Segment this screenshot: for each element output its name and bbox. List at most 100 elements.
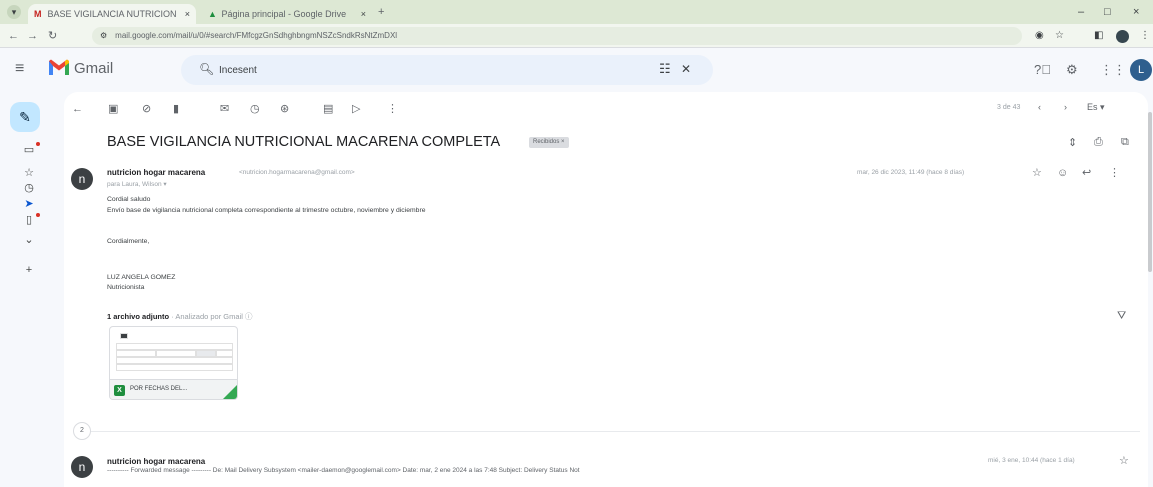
sender-name[interactable]: nutricion hogar macarena (107, 168, 205, 177)
preview-cell (156, 350, 196, 357)
new-tab-button[interactable]: + (378, 4, 384, 20)
older-chevron-icon[interactable]: › (1064, 102, 1067, 112)
message-more-icon[interactable]: ⋮ (1109, 167, 1120, 179)
main-menu-icon[interactable]: ≡ (15, 61, 24, 77)
address-bar[interactable]: ⚙ mail.google.com/mail/u/0/#search/FMfcgz… (92, 27, 1022, 45)
inbox-icon[interactable]: ▭ (22, 144, 36, 156)
browser-profile-icon[interactable] (1116, 30, 1129, 43)
sent-icon[interactable]: ➤ (22, 198, 36, 210)
reply-icon[interactable]: ↩ (1082, 167, 1091, 179)
body-greeting: Cordial saludo (107, 196, 151, 203)
left-rail: ✎ ▭ ☆ ◷ ➤ ▯ ⌄ + (0, 92, 64, 487)
preview-cell (116, 350, 156, 357)
add-to-drive-icon[interactable]: ⛛ (1117, 310, 1126, 323)
collapsed-messages-button[interactable]: 2 (73, 422, 91, 440)
search-icon[interactable]: 🔍︎ (199, 62, 214, 76)
emoji-reaction-icon[interactable]: ☺ (1057, 167, 1068, 179)
signature-name: LUZ ANGELA GOMEZ (107, 274, 176, 281)
input-tools-button[interactable]: Es ▾ (1087, 102, 1105, 113)
sheets-corner-icon (221, 383, 237, 399)
gmail-brand-text: Gmail (74, 60, 114, 77)
preview-row (116, 357, 233, 364)
message-date: mar, 26 dic 2023, 11:49 (hace 8 días) (857, 169, 965, 176)
inbox-label-chip[interactable]: Recibidos × (529, 137, 569, 148)
preview-cell (216, 350, 233, 357)
gmail-logo-icon (49, 59, 69, 75)
star-icon[interactable]: ☆ (1119, 455, 1129, 467)
drive-favicon-icon: ▲ (208, 9, 217, 19)
more-chevron-icon[interactable]: ⌄ (22, 234, 36, 246)
attachment-file-name: POR FECHAS DEL... (130, 386, 188, 392)
email-subject: BASE VIGILANCIA NUTRICIONAL MACARENA COM… (107, 134, 501, 150)
spreadsheet-file-icon: X (114, 385, 125, 396)
side-panel-icon[interactable]: ◧ (1094, 28, 1103, 44)
sender-name[interactable]: nutricion hogar macarena (107, 457, 205, 466)
eye-icon[interactable]: ◉ (1035, 28, 1044, 44)
gmail-favicon-icon: M (34, 9, 42, 19)
message-date: mié, 3 ene, 10:44 (hace 1 día) (988, 457, 1075, 464)
newer-chevron-icon[interactable]: ‹ (1038, 102, 1041, 112)
search-input[interactable] (219, 62, 619, 78)
pagination-text: 3 de 43 (997, 104, 1021, 111)
unread-dot-icon (36, 142, 40, 146)
attachments-header: 1 archivo adjunto · Analizado por Gmail … (107, 311, 252, 322)
snoozed-clock-icon[interactable]: ◷ (22, 182, 36, 194)
preview-row (116, 343, 233, 350)
starred-icon[interactable]: ☆ (22, 167, 36, 179)
snooze-icon[interactable]: ◷ (250, 102, 260, 116)
expand-all-icon[interactable]: ⇕ (1068, 136, 1077, 149)
sender-avatar[interactable]: n (71, 168, 93, 190)
clear-search-icon[interactable]: ✕ (681, 62, 691, 76)
sender-avatar[interactable]: n (71, 456, 93, 478)
back-arrow-icon[interactable]: ← (8, 28, 19, 44)
tab-close-icon[interactable]: × (185, 4, 190, 24)
tab-gmail[interactable]: M BASE VIGILANCIA NUTRICION × (28, 4, 196, 24)
move-to-icon[interactable]: ▤ (323, 102, 333, 116)
tab-google-drive[interactable]: ▲ Página principal - Google Drive × (202, 4, 372, 24)
message-preview[interactable]: ---------- Forwarded message --------- D… (107, 467, 580, 474)
body-closing: Cordialmente, (107, 238, 150, 245)
print-icon[interactable]: ⎙ (1094, 136, 1103, 149)
recipients-line[interactable]: para Laura, Wilson ▾ (107, 180, 167, 188)
delete-icon[interactable]: ▮ (173, 102, 179, 116)
body-text: Envío base de vigilancia nutricional com… (107, 207, 426, 214)
browser-toolbar: ← → ↻ ⚙ mail.google.com/mail/u/0/#search/… (0, 24, 1153, 48)
preview-logo (120, 333, 128, 339)
add-task-icon[interactable]: ⊛ (280, 102, 289, 116)
compose-button[interactable]: ✎ (10, 102, 40, 132)
back-to-list-icon[interactable]: ← (72, 102, 83, 116)
mark-unread-icon[interactable]: ✉ (220, 102, 229, 116)
drafts-dot-icon (36, 213, 40, 217)
star-icon[interactable]: ☆ (1032, 167, 1042, 179)
tab-search-icon[interactable]: ▾ (7, 5, 21, 19)
reload-icon[interactable]: ↻ (48, 28, 57, 44)
preview-row (116, 364, 233, 371)
site-info-icon[interactable]: ⚙ (100, 27, 107, 45)
create-label-icon[interactable]: + (22, 264, 36, 276)
attachment-card[interactable]: X POR FECHAS DEL... (109, 326, 238, 400)
gmail-header: ≡ Gmail 🔍︎ ☷ ✕ ?⃝ ⚙ ⋮⋮⋮ L (0, 48, 1153, 92)
mail-view: ← ▣ ⊘ ▮ ✉ ◷ ⊛ ▤ ▷ ⋮ 3 de 43 ‹ › Es ▾ BAS… (64, 92, 1148, 487)
help-icon[interactable]: ?⃝ (1034, 62, 1051, 78)
tab-close-icon[interactable]: × (361, 4, 366, 24)
maximize-button[interactable]: □ (1104, 4, 1111, 20)
settings-gear-icon[interactable]: ⚙ (1066, 62, 1078, 78)
spreadsheet-preview (116, 331, 233, 375)
open-new-window-icon[interactable]: ⧉ (1121, 136, 1129, 149)
page-scrollbar[interactable] (1148, 112, 1152, 272)
drafts-icon[interactable]: ▯ (22, 214, 36, 226)
url-text: mail.google.com/mail/u/0/#search/FMfcgzG… (115, 31, 398, 40)
attachment-footer: X POR FECHAS DEL... (110, 379, 237, 399)
more-options-icon[interactable]: ⋮ (387, 102, 398, 116)
minimize-button[interactable]: – (1078, 4, 1084, 20)
bookmark-star-icon[interactable]: ☆ (1055, 28, 1064, 44)
archive-icon[interactable]: ▣ (108, 102, 118, 116)
search-filters-icon[interactable]: ☷ (659, 61, 671, 77)
close-window-button[interactable]: × (1133, 4, 1139, 20)
account-avatar[interactable]: L (1130, 59, 1152, 81)
forward-arrow-icon[interactable]: → (27, 28, 38, 44)
scan-notice: · Analizado por Gmail ⓘ (169, 312, 253, 321)
browser-menu-icon[interactable]: ⋮ (1140, 28, 1150, 44)
report-spam-icon[interactable]: ⊘ (142, 102, 151, 116)
labels-icon[interactable]: ▷ (352, 102, 360, 116)
